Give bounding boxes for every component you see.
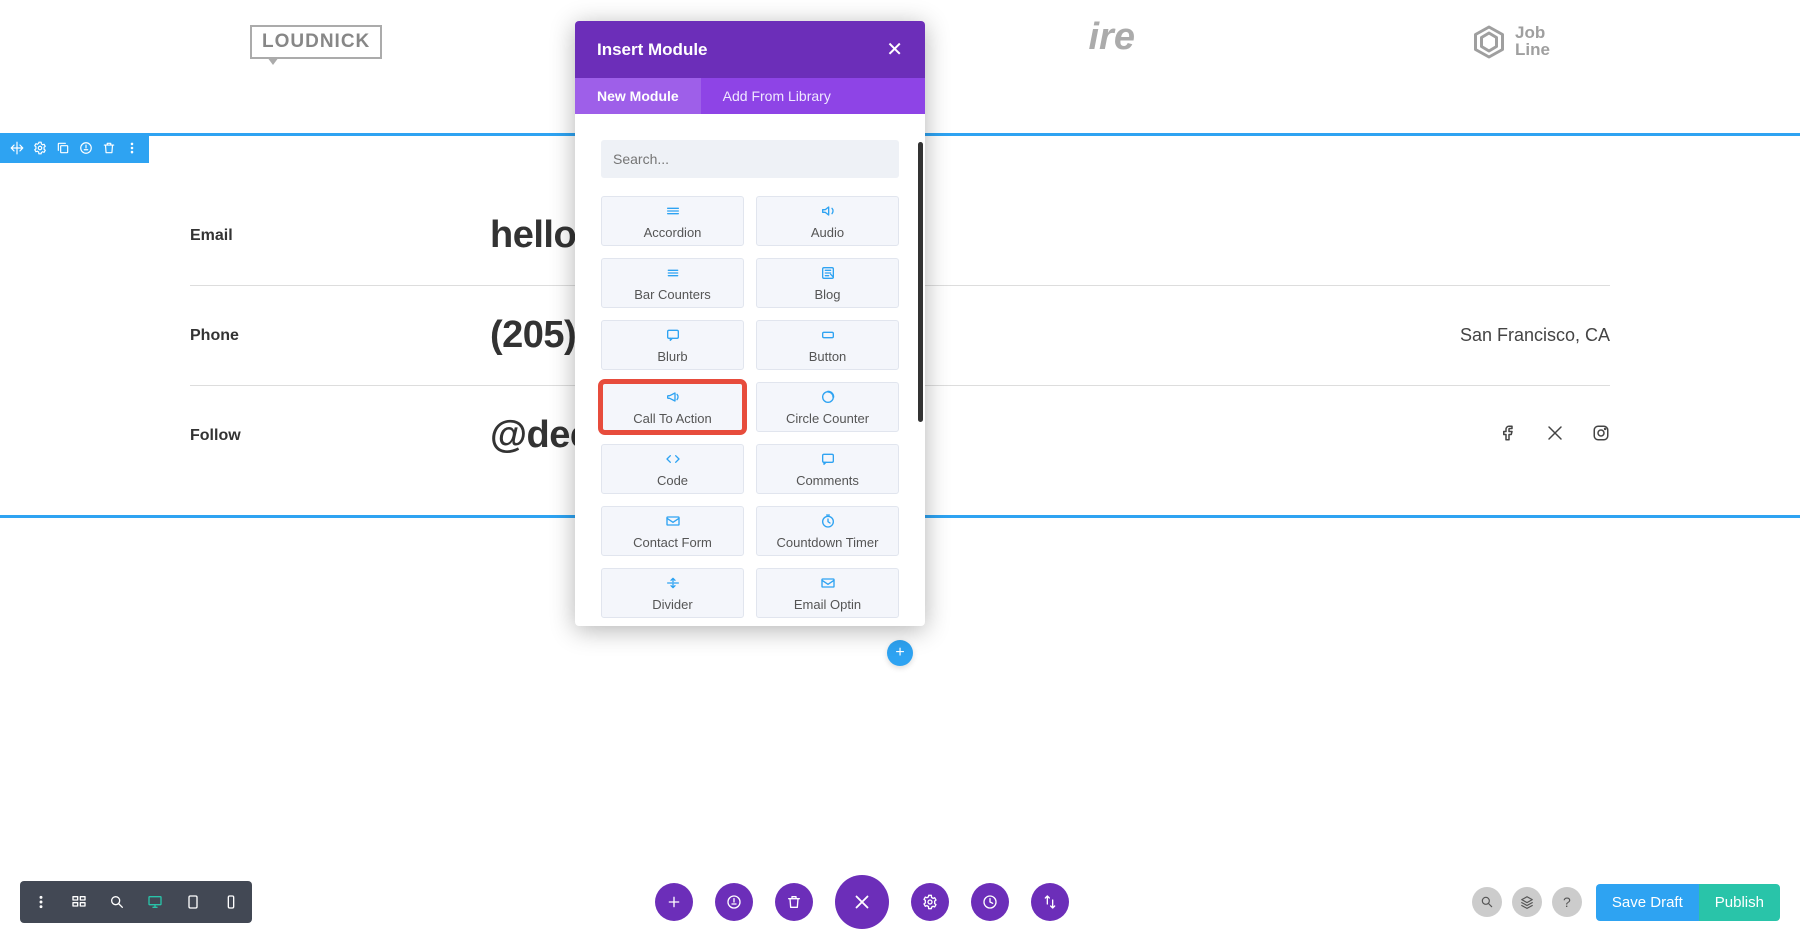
module-circle-counter[interactable]: Circle Counter [756, 382, 899, 432]
module-blog[interactable]: Blog [756, 258, 899, 308]
publish-tools: ? Save Draft Publish [1472, 884, 1780, 921]
logo-ire: ire [1088, 16, 1134, 59]
modal-body: Accordion Audio Bar Counters Blog Blurb Butto… [575, 114, 925, 626]
module-bar-counters[interactable]: Bar Counters [601, 258, 744, 308]
close-icon[interactable]: ✕ [886, 37, 903, 62]
help-button[interactable]: ? [1552, 887, 1582, 917]
modal-tabs: New Module Add From Library [575, 78, 925, 114]
modal-header: Insert Module ✕ [575, 21, 925, 78]
section-settings-icon[interactable] [30, 138, 50, 158]
modal-title: Insert Module [597, 40, 708, 60]
modules-grid: Accordion Audio Bar Counters Blog Blurb Butto… [601, 196, 899, 626]
logo-loudnick: LOUDNICK [250, 25, 382, 59]
instagram-icon[interactable] [1592, 424, 1610, 447]
phone-view-icon[interactable] [214, 885, 248, 919]
section-toolbar [0, 133, 149, 163]
module-email-optin[interactable]: Email Optin [756, 568, 899, 618]
module-label: Blurb [657, 349, 687, 364]
history-button[interactable] [971, 883, 1009, 921]
scrollbar-thumb[interactable] [918, 142, 923, 422]
module-audio[interactable]: Audio [756, 196, 899, 246]
right-phone: San Francisco, CA [1010, 325, 1610, 346]
label-phone: Phone [190, 327, 490, 345]
module-label: Comments [796, 473, 859, 488]
module-blurb[interactable]: Blurb [601, 320, 744, 370]
module-countdown-timer[interactable]: Countdown Timer [756, 506, 899, 556]
zoom-icon[interactable] [100, 885, 134, 919]
wireframe-icon[interactable] [62, 885, 96, 919]
save-library-button[interactable] [715, 883, 753, 921]
module-label: Contact Form [633, 535, 712, 550]
tablet-view-icon[interactable] [176, 885, 210, 919]
center-action-tools [655, 875, 1069, 929]
add-section-button[interactable]: + [887, 640, 913, 666]
responsive-tools [20, 881, 252, 923]
portability-button[interactable] [1031, 883, 1069, 921]
tab-new-module[interactable]: New Module [575, 78, 701, 114]
section-duplicate-icon[interactable] [53, 138, 73, 158]
module-button[interactable]: Button [756, 320, 899, 370]
jobline-b: Line [1515, 40, 1550, 59]
module-label: Blog [814, 287, 840, 302]
search-button[interactable] [1472, 887, 1502, 917]
x-twitter-icon[interactable] [1546, 424, 1564, 447]
delete-button[interactable] [775, 883, 813, 921]
desktop-view-icon[interactable] [138, 885, 172, 919]
label-follow: Follow [190, 427, 490, 445]
module-call-to-action[interactable]: Call To Action [601, 382, 744, 432]
toggle-builder-button[interactable] [835, 875, 889, 929]
module-label: Code [657, 473, 688, 488]
loudnick-part-b: NICK [320, 31, 370, 52]
publish-button[interactable]: Publish [1699, 884, 1780, 921]
layers-button[interactable] [1512, 887, 1542, 917]
bottom-more-icon[interactable] [24, 885, 58, 919]
page-settings-button[interactable] [911, 883, 949, 921]
module-label: Audio [811, 225, 844, 240]
section-move-icon[interactable] [7, 138, 27, 158]
module-label: Circle Counter [786, 411, 869, 426]
logo-jobline: JobLine [1471, 24, 1550, 60]
module-accordion[interactable]: Accordion [601, 196, 744, 246]
module-code[interactable]: Code [601, 444, 744, 494]
module-contact-form[interactable]: Contact Form [601, 506, 744, 556]
add-button[interactable] [655, 883, 693, 921]
loudnick-part-a: LOUD [262, 31, 320, 52]
module-label: Accordion [644, 225, 702, 240]
section-save-icon[interactable] [76, 138, 96, 158]
social-icons [1010, 424, 1610, 447]
module-label: Divider [652, 597, 692, 612]
search-input[interactable] [601, 140, 899, 178]
insert-module-modal: Insert Module ✕ New Module Add From Libr… [575, 21, 925, 626]
module-label: Button [809, 349, 847, 364]
section-delete-icon[interactable] [99, 138, 119, 158]
builder-bottom-bar: ? Save Draft Publish [0, 875, 1800, 929]
module-comments[interactable]: Comments [756, 444, 899, 494]
section-more-icon[interactable] [122, 138, 142, 158]
facebook-icon[interactable] [1500, 424, 1518, 447]
label-email: Email [190, 227, 490, 245]
tab-add-from-library[interactable]: Add From Library [701, 78, 853, 114]
module-label: Countdown Timer [777, 535, 879, 550]
module-label: Bar Counters [634, 287, 711, 302]
module-divider[interactable]: Divider [601, 568, 744, 618]
module-label: Call To Action [633, 411, 712, 426]
module-label: Email Optin [794, 597, 861, 612]
save-draft-button[interactable]: Save Draft [1596, 884, 1699, 921]
